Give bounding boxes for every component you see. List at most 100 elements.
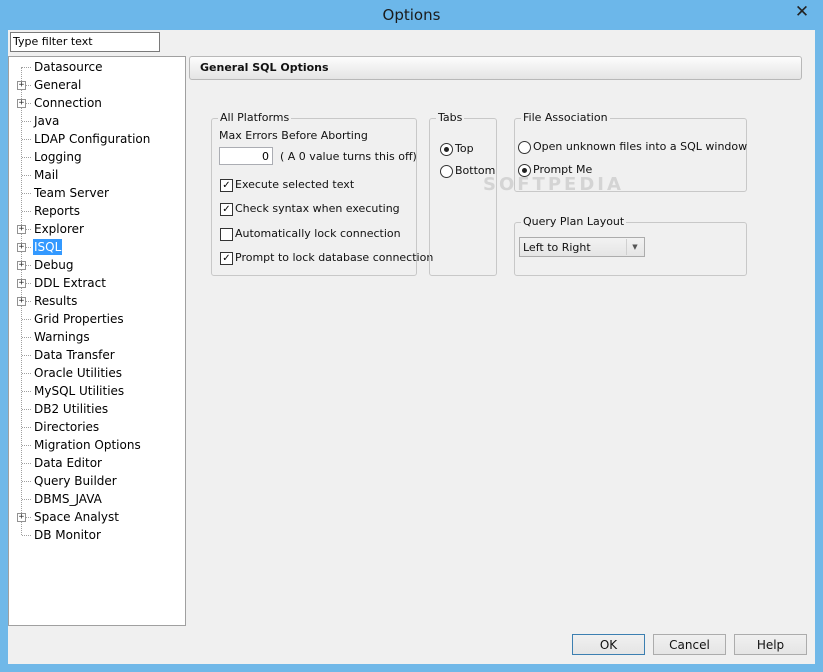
filter-input[interactable]: Type filter text: [10, 32, 160, 52]
tree-connector: [22, 121, 31, 122]
options-tree: Datasource + General + Connection Java LDAP Co…: [8, 56, 186, 626]
tabs-title: Tabs: [436, 111, 465, 124]
tree-connector: [22, 481, 31, 482]
tree-item[interactable]: DBMS_JAVA: [9, 490, 185, 508]
expand-icon[interactable]: +: [17, 243, 26, 252]
close-button[interactable]: ✕: [787, 2, 817, 22]
expand-icon[interactable]: +: [17, 99, 26, 108]
prompt-lock-label: Prompt to lock database connection: [235, 251, 434, 264]
tree-connector: [22, 535, 31, 536]
tree-item-label: DBMS_JAVA: [34, 492, 102, 506]
tree-item-label: ISQL: [33, 239, 63, 255]
expand-icon[interactable]: +: [17, 513, 26, 522]
tree-item-label: Oracle Utilities: [34, 366, 123, 380]
tree-item[interactable]: Logging: [9, 148, 185, 166]
tree-item-label: Query Builder: [34, 474, 117, 488]
tree-item[interactable]: Reports: [9, 202, 185, 220]
max-errors-input[interactable]: 0: [219, 147, 273, 165]
tabs-group: Tabs Top Bottom: [429, 111, 497, 276]
expand-icon[interactable]: +: [17, 81, 26, 90]
options-content: General SQL Options SOFTPEDIA All Platfo…: [189, 56, 815, 624]
tree-connector: [22, 499, 31, 500]
tree-item[interactable]: Datasource: [9, 58, 185, 76]
tree-item[interactable]: DB Monitor: [9, 526, 185, 544]
tree-item-label: LDAP Configuration: [34, 132, 151, 146]
tree-item[interactable]: Query Builder: [9, 472, 185, 490]
radio-dot: [522, 168, 527, 173]
tree-item[interactable]: + ISQL: [9, 238, 185, 256]
tree-item-label: Team Server: [34, 186, 109, 200]
expand-icon[interactable]: +: [17, 261, 26, 270]
tree-connector: [22, 319, 31, 320]
expand-icon[interactable]: +: [17, 297, 26, 306]
tree-item[interactable]: Warnings: [9, 328, 185, 346]
check-syntax-label: Check syntax when executing: [235, 202, 400, 215]
query-plan-layout-group: Query Plan Layout Left to Right ▼: [514, 215, 747, 276]
cancel-button[interactable]: Cancel: [653, 634, 726, 655]
tree-item[interactable]: Mail: [9, 166, 185, 184]
tree-item[interactable]: Migration Options: [9, 436, 185, 454]
tree-item[interactable]: DB2 Utilities: [9, 400, 185, 418]
tree-item-label: Explorer: [34, 222, 84, 236]
execute-selected-checkbox[interactable]: ✓: [220, 179, 233, 192]
tree-item[interactable]: Grid Properties: [9, 310, 185, 328]
tree-item[interactable]: + Debug: [9, 256, 185, 274]
tree-item[interactable]: + Explorer: [9, 220, 185, 238]
tree-item-label: Grid Properties: [34, 312, 124, 326]
open-unknown-radio[interactable]: [518, 141, 531, 154]
tree-item-label: Mail: [34, 168, 59, 182]
expand-icon[interactable]: +: [17, 225, 26, 234]
tabs-top-label: Top: [455, 142, 474, 155]
tree-connector: [22, 445, 31, 446]
tree-item[interactable]: + Results: [9, 292, 185, 310]
tree-item[interactable]: Team Server: [9, 184, 185, 202]
tree-item[interactable]: Data Editor: [9, 454, 185, 472]
tree-item[interactable]: + Space Analyst: [9, 508, 185, 526]
button-bar: OK Cancel Help: [8, 626, 815, 664]
tree-item[interactable]: LDAP Configuration: [9, 130, 185, 148]
tree-connector: [22, 175, 31, 176]
prompt-lock-checkbox[interactable]: ✓: [220, 252, 233, 265]
tree-item[interactable]: Oracle Utilities: [9, 364, 185, 382]
tree-item[interactable]: Data Transfer: [9, 346, 185, 364]
tree-connector: [22, 373, 31, 374]
tree-connector: [22, 139, 31, 140]
tree-item-label: Data Transfer: [34, 348, 115, 362]
help-button[interactable]: Help: [734, 634, 807, 655]
open-unknown-label: Open unknown files into a SQL window: [533, 140, 748, 153]
tree-connector: [22, 355, 31, 356]
tabs-top-radio[interactable]: [440, 143, 453, 156]
tree-item-label: DB Monitor: [34, 528, 101, 542]
expand-icon[interactable]: +: [17, 279, 26, 288]
auto-lock-checkbox[interactable]: [220, 228, 233, 241]
tree-item[interactable]: + Connection: [9, 94, 185, 112]
execute-selected-label: Execute selected text: [235, 178, 355, 191]
tree-item-label: Logging: [34, 150, 82, 164]
tabs-bottom-radio[interactable]: [440, 165, 453, 178]
tree-item-label: Datasource: [34, 60, 103, 74]
all-platforms-group: All Platforms Max Errors Before Aborting…: [211, 111, 433, 276]
tree-item-label: DB2 Utilities: [34, 402, 109, 416]
tree-connector: [22, 193, 31, 194]
chevron-down-icon[interactable]: ▼: [626, 239, 643, 255]
check-syntax-checkbox[interactable]: ✓: [220, 203, 233, 216]
tree-item-label: Space Analyst: [34, 510, 119, 524]
tree-item[interactable]: + DDL Extract: [9, 274, 185, 292]
window-title: Options: [382, 6, 441, 24]
tree-item[interactable]: + General: [9, 76, 185, 94]
panel-header: General SQL Options: [189, 56, 802, 80]
tree-item[interactable]: Java: [9, 112, 185, 130]
query-plan-layout-select[interactable]: Left to Right ▼: [519, 237, 645, 257]
ok-button[interactable]: OK: [572, 634, 645, 655]
tree-item[interactable]: Directories: [9, 418, 185, 436]
tree-item[interactable]: MySQL Utilities: [9, 382, 185, 400]
tree-item-label: MySQL Utilities: [34, 384, 125, 398]
tree-item-label: Reports: [34, 204, 81, 218]
max-errors-hint: ( A 0 value turns this off): [280, 150, 417, 163]
query-plan-layout-title: Query Plan Layout: [521, 215, 627, 228]
prompt-me-label: Prompt Me: [533, 163, 593, 176]
tree-item-label: Results: [34, 294, 78, 308]
tree-item-label: Connection: [34, 96, 102, 110]
tree-connector: [22, 391, 31, 392]
prompt-me-radio[interactable]: [518, 164, 531, 177]
